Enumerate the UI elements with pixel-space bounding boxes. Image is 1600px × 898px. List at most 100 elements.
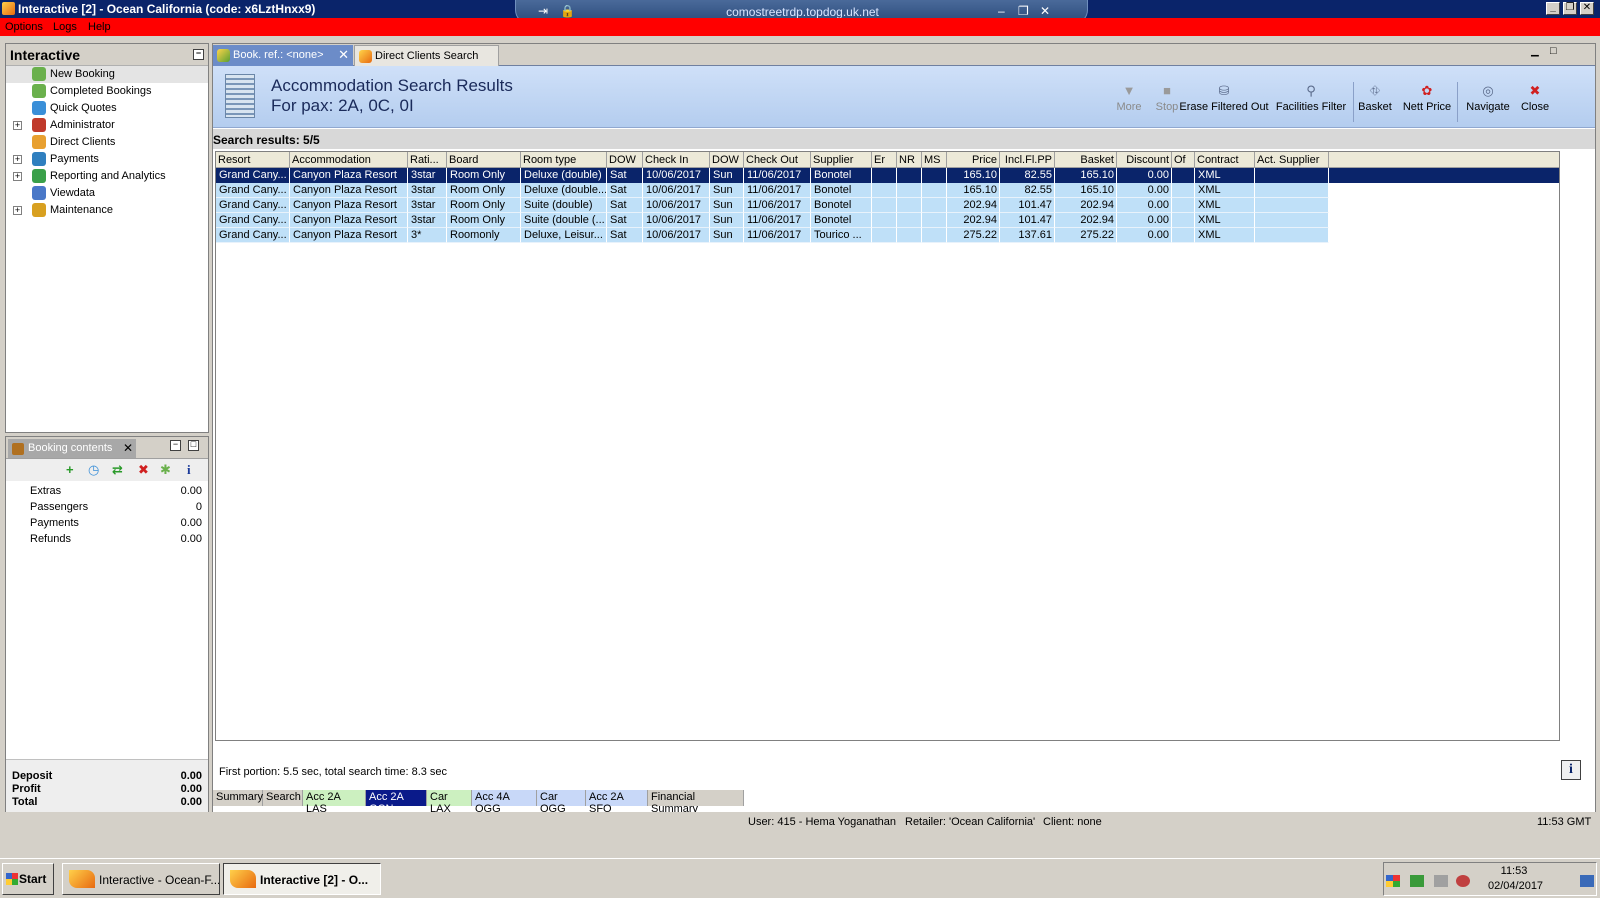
nav-item[interactable]: + Reporting and Analytics xyxy=(6,168,208,185)
column-header[interactable]: Er xyxy=(872,152,897,168)
column-header[interactable]: Room type xyxy=(521,152,607,168)
pax-subtitle: For pax: 2A, 0C, 0I xyxy=(271,96,414,115)
bottom-tab[interactable]: Financial Summary xyxy=(648,790,744,815)
expand-icon[interactable]: + xyxy=(13,121,22,130)
navigate-button[interactable]: ◎ Navigate xyxy=(1463,84,1513,114)
nav-item-label: Reporting and Analytics xyxy=(50,170,166,182)
minimize-button[interactable]: _ xyxy=(1546,2,1560,15)
column-header[interactable]: Incl.Fl.PP xyxy=(1000,152,1055,168)
table-row[interactable]: Grand Cany... Canyon Plaza Resort 3star Roo… xyxy=(216,213,1329,228)
column-header[interactable]: Check Out xyxy=(744,152,811,168)
nav-item[interactable]: New Booking xyxy=(6,66,208,83)
tab-booking-ref[interactable]: Book. ref.: <none> ✕ xyxy=(213,45,353,66)
toolbar-button-label: Stop xyxy=(1155,101,1179,113)
bottom-tab[interactable]: Search xyxy=(263,790,303,806)
menu-logs[interactable]: Logs xyxy=(53,21,77,33)
table-row[interactable]: Grand Cany... Canyon Plaza Resort 3* Roomon… xyxy=(216,228,1329,243)
column-header[interactable]: Board xyxy=(447,152,521,168)
bottom-tab[interactable]: Car LAX xyxy=(427,790,472,815)
column-header[interactable]: Contract xyxy=(1195,152,1255,168)
rdp-restore-icon[interactable]: ❐ xyxy=(1018,4,1029,18)
nav-item[interactable]: Quick Quotes xyxy=(6,100,208,117)
nav-item[interactable]: Viewdata xyxy=(6,185,208,202)
basket-button[interactable]: ⛗ Basket xyxy=(1355,84,1395,114)
table-row[interactable]: Grand Cany... Canyon Plaza Resort 3star Roo… xyxy=(216,198,1329,213)
bottom-tab[interactable]: Car OGG xyxy=(537,790,586,815)
menu-options[interactable]: Options xyxy=(5,21,43,33)
column-header[interactable]: Basket xyxy=(1055,152,1117,168)
booking-contents-tab[interactable]: Booking contents ✕ xyxy=(8,439,136,458)
filter-button[interactable]: ⚲ Facilities Filter xyxy=(1275,84,1347,114)
bottom-tab[interactable]: Acc 2A LAS xyxy=(303,790,366,815)
transfer-icon[interactable]: ⇄ xyxy=(112,462,123,478)
column-header[interactable]: Price xyxy=(947,152,1000,168)
column-header[interactable]: MS xyxy=(922,152,947,168)
rdp-minimize-icon[interactable]: – xyxy=(998,4,1005,18)
stop-button[interactable]: ■ Stop xyxy=(1153,84,1181,114)
nav-item[interactable]: Completed Bookings xyxy=(6,83,208,100)
column-header[interactable]: Rati... xyxy=(408,152,447,168)
windows-tray-icon[interactable] xyxy=(1386,875,1400,887)
taskbar-button-interactive-2[interactable]: Interactive [2] - O... xyxy=(223,863,381,895)
column-header[interactable]: Check In xyxy=(643,152,710,168)
close-tab-icon[interactable]: ✕ xyxy=(338,47,349,63)
clock[interactable]: 11:53 02/04/2017 xyxy=(1488,865,1543,892)
column-header[interactable]: DOW xyxy=(710,152,744,168)
bottom-tab[interactable]: Acc 4A OGG xyxy=(472,790,537,815)
start-button[interactable]: Start xyxy=(2,863,54,895)
menu-help[interactable]: Help xyxy=(88,21,111,33)
bottom-tab[interactable]: Acc 2A GCN xyxy=(366,790,427,815)
toolbar-button-label: Facilities Filter xyxy=(1275,101,1347,113)
bottom-tab[interactable]: Acc 2A SFO xyxy=(586,790,648,815)
column-header[interactable]: Resort xyxy=(216,152,290,168)
nav-item[interactable]: Direct Clients xyxy=(6,134,208,151)
nav-item[interactable]: + Payments xyxy=(6,151,208,168)
close-tab-icon[interactable]: ✕ xyxy=(123,441,133,455)
close-button[interactable]: ✖ Close xyxy=(1518,84,1552,114)
panel-maximize-button[interactable]: □ xyxy=(1550,45,1557,57)
nav-item[interactable]: + Administrator xyxy=(6,117,208,134)
more-button[interactable]: ▼ More xyxy=(1113,84,1145,114)
nett-price-button[interactable]: ✿ Nett Price xyxy=(1399,84,1455,114)
restore-button[interactable]: ❐ xyxy=(1563,2,1577,15)
results-grid[interactable]: Resort Accommodation Rati... Board Room type… xyxy=(215,151,1560,741)
expand-icon[interactable]: + xyxy=(13,155,22,164)
info-icon[interactable]: i xyxy=(187,462,191,478)
close-window-button[interactable]: ✕ xyxy=(1580,2,1594,15)
delete-icon[interactable]: ✖ xyxy=(138,462,149,478)
panel-maximize-button[interactable]: □ xyxy=(188,440,199,451)
panel-minimize-button[interactable]: − xyxy=(170,440,181,451)
panel-minimize-button[interactable]: ▁ xyxy=(1531,46,1539,57)
column-header[interactable]: Accommodation xyxy=(290,152,408,168)
nav-item-label: Viewdata xyxy=(50,187,96,199)
erase-button[interactable]: ⛁ Erase Filtered Out xyxy=(1179,84,1269,114)
rdp-close-icon[interactable]: ✕ xyxy=(1040,4,1050,18)
add-icon[interactable]: + xyxy=(66,462,74,477)
table-row[interactable]: Grand Cany... Canyon Plaza Resort 3star Roo… xyxy=(216,183,1329,198)
info-button[interactable]: i xyxy=(1561,760,1581,780)
table-cell: Grand Cany... xyxy=(216,183,290,198)
expand-icon[interactable]: + xyxy=(13,172,22,181)
column-header[interactable]: Discount xyxy=(1117,152,1172,168)
column-header[interactable]: DOW xyxy=(607,152,643,168)
palm-tree-icon xyxy=(32,84,46,98)
nav-item[interactable]: + Maintenance xyxy=(6,202,208,219)
column-header[interactable]: Of xyxy=(1172,152,1195,168)
column-header[interactable]: Act. Supplier xyxy=(1255,152,1329,168)
taskbar-button-interactive-1[interactable]: Interactive - Ocean-F... xyxy=(62,863,220,895)
table-cell xyxy=(1172,168,1195,183)
show-desktop-icon[interactable] xyxy=(1580,875,1594,887)
clock-icon[interactable]: ◷ xyxy=(88,462,99,478)
column-header[interactable]: Supplier xyxy=(811,152,872,168)
tab-direct-clients-search[interactable]: Direct Clients Search xyxy=(354,45,499,66)
network-icon[interactable] xyxy=(1434,875,1448,887)
volume-muted-icon[interactable] xyxy=(1456,875,1470,887)
table-cell xyxy=(872,198,897,213)
bottom-tab[interactable]: Summary xyxy=(213,790,263,806)
column-header[interactable]: NR xyxy=(897,152,922,168)
table-row[interactable]: Grand Cany... Canyon Plaza Resort 3star Roo… xyxy=(216,168,1559,183)
battery-icon[interactable] xyxy=(1410,875,1424,887)
palm-tree-icon[interactable]: ✱ xyxy=(160,462,171,478)
expand-icon[interactable]: + xyxy=(13,206,22,215)
collapse-button[interactable]: − xyxy=(193,49,204,60)
